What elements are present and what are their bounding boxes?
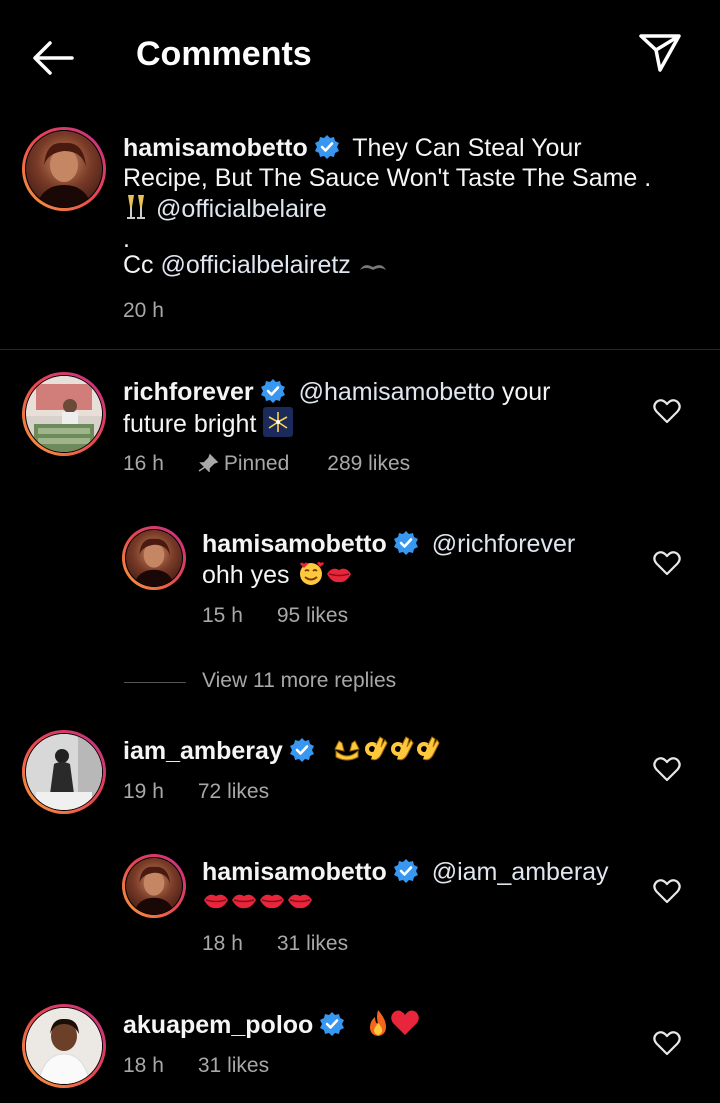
like-heart-icon[interactable] — [653, 756, 681, 782]
mention-link[interactable]: @iam_amberay — [432, 858, 609, 886]
timestamp: 18 h — [202, 932, 243, 955]
comment-meta: 18 h 31 likes — [123, 1054, 303, 1078]
comment-text: hamisamobetto @iam_amberay — [202, 857, 632, 918]
profile-photo — [133, 538, 175, 586]
fire-emoji-icon — [366, 1009, 390, 1044]
timestamp: 16 h — [123, 452, 164, 475]
username[interactable]: hamisamobetto — [123, 134, 308, 162]
verified-badge-icon — [320, 1012, 345, 1037]
pin-icon — [198, 453, 219, 473]
kiss-lips-emoji-icon — [202, 888, 230, 918]
avatar[interactable] — [22, 372, 106, 456]
username[interactable]: hamisamobetto — [202, 858, 387, 886]
comment-meta: 15 h 95 likes — [202, 604, 382, 628]
likes-count[interactable]: 95 likes — [277, 604, 348, 627]
caption-text: hamisamobetto They Can Steal Your Recipe… — [123, 133, 683, 281]
smiling-hearts-emoji-icon — [297, 559, 325, 594]
pinned-label: Pinned — [198, 452, 289, 475]
caption-dot: . — [123, 225, 130, 253]
comment-text: iam_amberay — [123, 735, 633, 770]
raising-hands-emoji-icon — [332, 737, 362, 768]
comment-body: ohh yes — [202, 561, 290, 590]
reply-divider — [124, 682, 186, 683]
timestamp: 19 h — [123, 780, 164, 803]
likes-count[interactable]: 31 likes — [198, 1054, 269, 1077]
mention-link[interactable]: @richforever — [432, 530, 575, 558]
verified-badge-icon — [289, 738, 314, 763]
caption-line1: They Can Steal Your — [352, 134, 582, 162]
caption-meta: 20 h — [123, 299, 198, 323]
likes-count[interactable]: 289 likes — [327, 452, 410, 475]
kiss-lips-emoji-icon — [286, 888, 314, 918]
profile-photo — [133, 866, 175, 914]
verified-badge-icon — [260, 379, 285, 403]
username[interactable]: iam_amberay — [123, 737, 283, 765]
timestamp: 18 h — [123, 1054, 164, 1077]
send-icon[interactable] — [636, 32, 684, 74]
comment-text: richforever @hamisamobetto your future b… — [123, 377, 633, 444]
fireworks-emoji-icon — [263, 407, 294, 444]
verified-badge-icon — [314, 135, 339, 159]
view-more-replies-button[interactable]: View 11 more replies — [202, 669, 396, 693]
comment-meta: 19 h 72 likes — [123, 780, 303, 804]
verified-badge-icon — [393, 531, 418, 555]
avatar[interactable] — [122, 854, 186, 918]
mention-link[interactable]: @hamisamobetto — [299, 378, 495, 406]
avatar[interactable] — [22, 1004, 106, 1088]
kiss-lips-emoji-icon — [325, 562, 353, 592]
likes-count[interactable]: 72 likes — [198, 780, 269, 803]
champagne-emoji-icon — [123, 193, 149, 228]
profile-photo — [36, 142, 92, 207]
comment-meta: 16 h Pinned 289 likes — [123, 452, 444, 476]
page-title: Comments — [136, 35, 312, 73]
username[interactable]: richforever — [123, 378, 254, 406]
ok-hand-emoji-icon — [362, 735, 388, 770]
back-arrow-icon[interactable] — [28, 38, 78, 78]
comment-body: your — [501, 378, 551, 406]
mention-link[interactable]: @officialbelairetz — [161, 251, 351, 279]
avatar[interactable] — [22, 730, 106, 814]
red-heart-emoji-icon — [390, 1009, 420, 1044]
divider — [0, 349, 720, 350]
caption-line2: Recipe, But The Sauce Won't Taste The Sa… — [123, 164, 652, 192]
comment-text: akuapem_poloo — [123, 1009, 633, 1044]
like-heart-icon[interactable] — [653, 398, 681, 424]
like-heart-icon[interactable] — [653, 550, 681, 576]
mention-link[interactable]: @officialbelaire — [156, 195, 327, 223]
likes-count[interactable]: 31 likes — [277, 932, 348, 955]
ok-hand-emoji-icon — [414, 735, 440, 770]
verified-badge-icon — [393, 859, 418, 883]
like-heart-icon[interactable] — [653, 1030, 681, 1056]
timestamp: 15 h — [202, 604, 243, 627]
mustache-emoji-icon — [358, 251, 388, 281]
comment-text: hamisamobetto @richforever ohh yes — [202, 529, 632, 594]
like-heart-icon[interactable] — [653, 878, 681, 904]
ok-hand-emoji-icon — [388, 735, 414, 770]
avatar[interactable] — [122, 526, 186, 590]
kiss-lips-emoji-icon — [258, 888, 286, 918]
header: Comments — [0, 0, 720, 110]
caption-cc: Cc — [123, 251, 154, 279]
timestamp: 20 h — [123, 299, 164, 322]
profile-photo — [26, 1008, 102, 1084]
username[interactable]: akuapem_poloo — [123, 1011, 313, 1039]
kiss-lips-emoji-icon — [230, 888, 258, 918]
comment-meta: 18 h 31 likes — [202, 932, 382, 956]
profile-photo — [26, 734, 102, 810]
profile-photo — [26, 376, 102, 452]
avatar[interactable] — [22, 127, 106, 211]
username[interactable]: hamisamobetto — [202, 530, 387, 558]
comment-body: future bright — [123, 410, 257, 439]
